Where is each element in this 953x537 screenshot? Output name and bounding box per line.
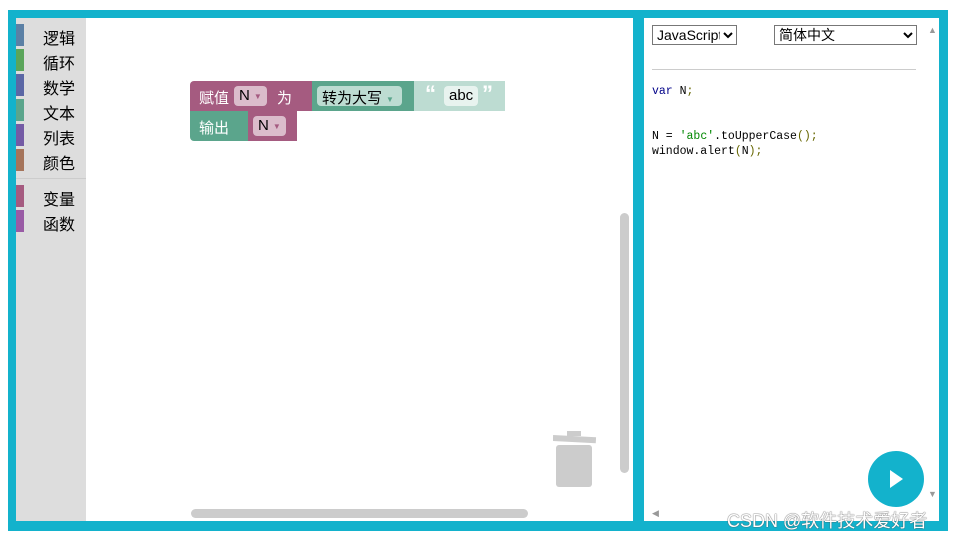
block-label: 赋值 [199,90,230,107]
generated-code: var N; N = 'abc'.toUpperCase(); window.a… [652,85,818,158]
close-quote: ” [482,81,493,106]
category-swatch [16,185,24,207]
category-swatch [16,149,24,171]
category-logic[interactable]: 逻辑 [16,24,86,48]
scroll-up-icon[interactable]: ▲ [928,25,937,35]
variable-dropdown[interactable]: N ▼ [234,86,267,106]
category-label: 变量 [43,192,76,209]
text-value-field[interactable]: abc [444,86,479,106]
scroll-left-icon[interactable]: ◀ [652,508,659,519]
category-swatch [16,24,24,46]
category-loops[interactable]: 循环 [16,49,86,73]
watermark: CSDN @软件技术爱好者 [727,511,928,531]
category-variables[interactable]: 变量 [16,185,86,209]
code-panel: JavaScript 简体中文 var N; N = 'abc'.toUpper… [644,18,939,521]
text-block[interactable]: “ abc ” [414,81,505,111]
scroll-down-icon[interactable]: ▼ [928,489,937,499]
case-dropdown[interactable]: 转为大写 ▼ [317,86,402,107]
open-quote: “ [425,81,436,106]
print-block[interactable]: 输出 [190,111,249,141]
variable-set-block[interactable]: 赋值 N ▼ 为 [190,81,313,111]
blockly-workspace[interactable]: 逻辑 循环 数学 文本 列表 颜色 变量 函数 赋值 N ▼ 为 转为大写 ▼ “ … [16,18,633,521]
category-lists[interactable]: 列表 [16,124,86,148]
variable-get-block[interactable]: N ▼ [248,111,297,141]
category-swatch [16,74,24,96]
category-label: 文本 [43,106,76,123]
category-text[interactable]: 文本 [16,99,86,123]
ui-language-select[interactable]: 简体中文 [774,25,917,45]
toolbox-separator [16,178,86,179]
run-button[interactable] [868,451,924,507]
category-swatch [16,99,24,121]
vertical-scrollbar[interactable] [620,213,629,473]
category-swatch [16,49,24,71]
play-icon [890,470,903,488]
horizontal-scrollbar[interactable] [191,509,528,518]
category-label: 颜色 [43,156,76,173]
category-math[interactable]: 数学 [16,74,86,98]
category-label: 逻辑 [43,31,76,48]
variable-dropdown[interactable]: N ▼ [253,116,286,136]
category-swatch [16,210,24,232]
toolbox: 逻辑 循环 数学 文本 列表 颜色 变量 函数 [16,18,86,521]
block-label: 为 [277,90,293,107]
category-label: 循环 [43,56,76,73]
category-colour[interactable]: 颜色 [16,149,86,173]
language-select[interactable]: JavaScript [652,25,737,45]
category-label: 函数 [43,217,76,234]
category-swatch [16,124,24,146]
category-functions[interactable]: 函数 [16,210,86,234]
text-changecase-block[interactable]: 转为大写 ▼ [312,81,415,111]
category-label: 数学 [43,81,76,98]
trash-icon[interactable] [553,430,597,488]
category-label: 列表 [43,131,76,148]
block-label: 输出 [199,120,230,137]
divider [652,69,916,70]
